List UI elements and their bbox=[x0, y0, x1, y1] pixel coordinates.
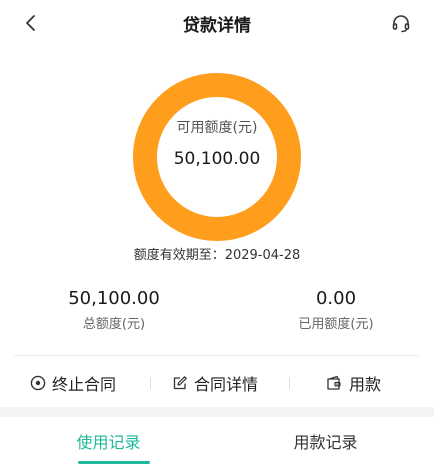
available-credit-label: 可用额度(元) bbox=[176, 120, 258, 136]
contract-action-bar: 终止合同 合同详情 用款 bbox=[0, 364, 434, 402]
used-credit-stat: 0.00 已用额度(元) bbox=[236, 288, 434, 332]
contract-detail-label: 合同详情 bbox=[194, 375, 259, 394]
use-funds-button[interactable]: 用款 bbox=[326, 364, 381, 402]
terminate-contract-button[interactable]: 终止合同 bbox=[30, 364, 116, 402]
available-credit-value: 50,100.00 bbox=[173, 149, 261, 169]
section-gap bbox=[0, 407, 434, 417]
credit-validity-text: 额度有效期至：2029-04-28 bbox=[133, 248, 301, 263]
available-credit-ring: 可用额度(元) 50,100.00 bbox=[132, 72, 302, 242]
edit-document-icon bbox=[173, 376, 187, 390]
contract-detail-button[interactable]: 合同详情 bbox=[172, 364, 258, 402]
target-icon bbox=[30, 375, 46, 391]
headset-icon bbox=[392, 15, 410, 33]
action-separator bbox=[289, 377, 290, 389]
used-credit-label: 已用额度(元) bbox=[298, 317, 374, 332]
use-funds-label: 用款 bbox=[349, 375, 382, 394]
tab-drawdown-records[interactable]: 用款记录 bbox=[217, 417, 434, 465]
used-credit-value: 0.00 bbox=[315, 288, 357, 309]
action-separator bbox=[150, 377, 151, 389]
total-credit-value: 50,100.00 bbox=[68, 288, 160, 309]
page-title: 贷款详情 bbox=[183, 16, 251, 36]
total-credit-stat: 50,100.00 总额度(元) bbox=[14, 288, 214, 332]
terminate-contract-label: 终止合同 bbox=[52, 375, 117, 394]
active-tab-indicator bbox=[78, 461, 150, 464]
customer-service-button[interactable] bbox=[388, 10, 414, 36]
tab-usage-records[interactable]: 使用记录 bbox=[0, 417, 217, 465]
header-bar: 贷款详情 bbox=[0, 0, 434, 44]
section-divider bbox=[14, 355, 420, 356]
wallet-icon bbox=[327, 375, 341, 390]
record-tabs: 使用记录 用款记录 bbox=[0, 417, 434, 465]
total-credit-label: 总额度(元) bbox=[82, 317, 146, 332]
